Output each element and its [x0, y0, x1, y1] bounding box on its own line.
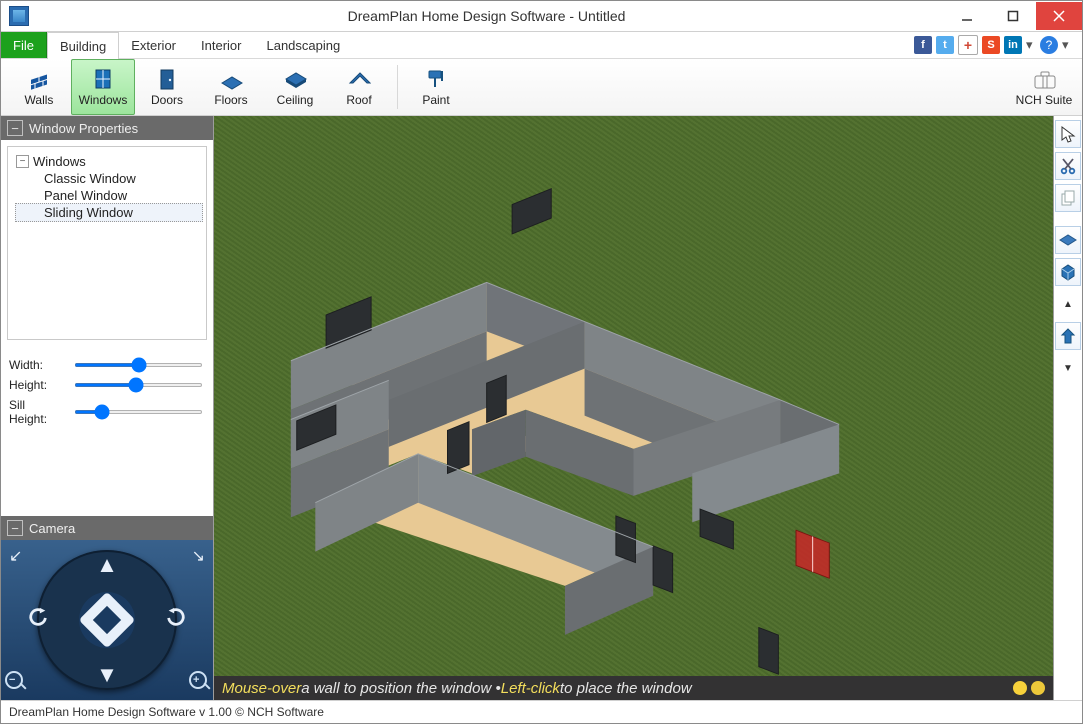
3d-viewport[interactable] [214, 116, 1053, 676]
view-3d-button[interactable] [1055, 258, 1081, 286]
tool-label: Ceiling [277, 93, 314, 107]
properties-header: − Window Properties [1, 116, 213, 140]
help-dropdown-icon[interactable]: ▾ [1062, 37, 1072, 53]
tab-landscaping[interactable]: Landscaping [254, 32, 353, 58]
copy-tool[interactable] [1055, 184, 1081, 212]
tool-label: Roof [346, 93, 371, 107]
properties-panel: − Window Properties − Windows Classic Wi… [1, 116, 214, 700]
tool-label: NCH Suite [1016, 93, 1073, 107]
minimize-button[interactable] [944, 2, 990, 30]
hint-text: Left-click [501, 680, 560, 697]
roof-icon [347, 67, 371, 91]
tool-walls[interactable]: Walls [7, 59, 71, 115]
camera-title: Camera [29, 521, 75, 536]
window-tree[interactable]: − Windows Classic Window Panel Window Sl… [7, 146, 207, 340]
tree-item-label: Sliding Window [44, 205, 133, 220]
tool-label: Paint [422, 93, 449, 107]
height-slider[interactable] [74, 383, 203, 387]
tool-label: Floors [214, 93, 247, 107]
titlebar: DreamPlan Home Design Software - Untitle… [1, 1, 1082, 32]
zoom-out-button[interactable]: − [5, 671, 25, 696]
share-linkedin-icon[interactable]: in [1004, 36, 1022, 54]
tree-item-selected[interactable]: Sliding Window [15, 203, 203, 222]
collapse-icon[interactable]: − [7, 120, 23, 136]
tree-item-label: Classic Window [44, 171, 136, 186]
windows-icon [91, 67, 115, 91]
select-tool[interactable] [1055, 120, 1081, 148]
tool-floors[interactable]: Floors [199, 59, 263, 115]
expander-icon[interactable]: − [16, 155, 29, 168]
camera-pad: ▲ ▼ ↙ ↘ − + [1, 540, 213, 700]
view-2d-button[interactable] [1055, 226, 1081, 254]
hint-text: to place the window [560, 680, 692, 697]
help-icon[interactable]: ? [1040, 36, 1058, 54]
camera-rotate-left-button[interactable] [27, 606, 49, 634]
sill-height-slider[interactable] [74, 410, 203, 414]
tab-file[interactable]: File [1, 32, 47, 58]
close-button[interactable] [1036, 2, 1082, 30]
hint-bar: Mouse-over a wall to position the window… [214, 676, 1053, 700]
camera-down-button[interactable]: ▼ [96, 662, 118, 688]
sill-label: Sill Height: [9, 398, 64, 426]
width-slider[interactable] [74, 363, 203, 367]
toolbar: Walls Windows Doors Floors Ceiling Roof [1, 59, 1082, 116]
tool-nch-suite[interactable]: NCH Suite [1012, 59, 1076, 115]
share-facebook-icon[interactable]: f [914, 36, 932, 54]
maximize-button[interactable] [990, 2, 1036, 30]
cut-tool[interactable] [1055, 152, 1081, 180]
status-text: DreamPlan Home Design Software v 1.00 © … [9, 705, 324, 719]
walls-icon [27, 67, 51, 91]
floor-indicator[interactable] [1055, 322, 1081, 350]
status-bar: DreamPlan Home Design Software v 1.00 © … [1, 700, 1082, 723]
tab-exterior[interactable]: Exterior [119, 32, 189, 58]
paint-icon [424, 67, 448, 91]
tree-item[interactable]: Panel Window [16, 187, 202, 204]
zoom-in-button[interactable]: + [189, 671, 209, 696]
width-label: Width: [9, 358, 64, 372]
tree-item-label: Panel Window [44, 188, 127, 203]
share-twitter-icon[interactable]: t [936, 36, 954, 54]
share-dropdown-icon[interactable]: ▾ [1026, 37, 1036, 53]
properties-title: Window Properties [29, 121, 138, 136]
camera-up-button[interactable]: ▲ [96, 552, 118, 578]
camera-tilt-down-right-icon[interactable]: ↘ [192, 546, 205, 566]
share-stumble-icon[interactable]: S [982, 36, 1000, 54]
tree-root-label: Windows [33, 154, 86, 169]
collapse-icon[interactable]: − [7, 520, 23, 536]
zoom-out-button[interactable] [1031, 681, 1045, 695]
floor-up-button[interactable]: ▲ [1055, 290, 1081, 318]
floor-down-button[interactable]: ▼ [1055, 354, 1081, 382]
ceiling-icon [283, 67, 307, 91]
camera-tilt-down-left-icon[interactable]: ↙ [9, 546, 22, 566]
share-google-icon[interactable]: + [958, 35, 978, 55]
zoom-in-button[interactable] [1013, 681, 1027, 695]
tool-label: Windows [79, 93, 128, 107]
tool-label: Doors [151, 93, 183, 107]
hint-text: Mouse-over [222, 680, 301, 697]
camera-rotate-right-button[interactable] [165, 606, 187, 634]
tree-root[interactable]: − Windows [16, 153, 202, 170]
tab-strip: File Building Exterior Interior Landscap… [1, 32, 1082, 59]
view-tools: ▲ ▼ [1054, 116, 1082, 700]
tool-doors[interactable]: Doors [135, 59, 199, 115]
tool-roof[interactable]: Roof [327, 59, 391, 115]
tab-interior[interactable]: Interior [189, 32, 254, 58]
tool-label: Walls [25, 93, 54, 107]
suite-icon [1032, 67, 1056, 91]
tree-item[interactable]: Classic Window [16, 170, 202, 187]
camera-header: − Camera [1, 516, 213, 540]
app-icon [9, 6, 29, 26]
floors-icon [219, 67, 243, 91]
doors-icon [155, 67, 179, 91]
height-label: Height: [9, 378, 64, 392]
tool-windows[interactable]: Windows [71, 59, 135, 115]
tool-paint[interactable]: Paint [404, 59, 468, 115]
tool-ceiling[interactable]: Ceiling [263, 59, 327, 115]
hint-text: a wall to position the window • [301, 680, 501, 697]
tab-building[interactable]: Building [47, 32, 119, 59]
window-title: DreamPlan Home Design Software - Untitle… [29, 8, 944, 24]
